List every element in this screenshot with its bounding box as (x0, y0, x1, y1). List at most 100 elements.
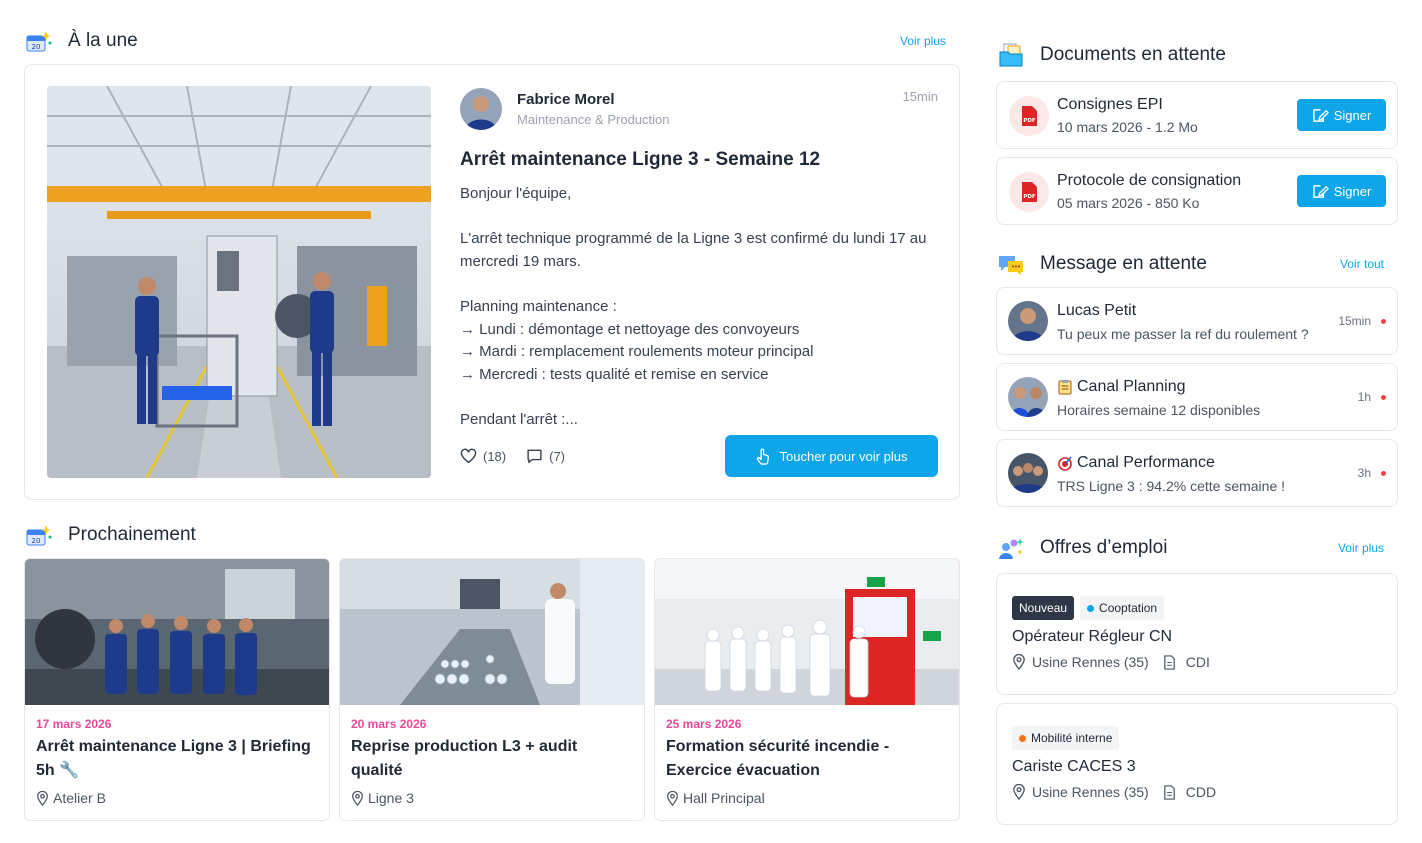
job-location: Usine Rennes (35) (1032, 654, 1149, 670)
document-item[interactable]: PDF Protocole de consignation 05 mars 20… (996, 157, 1398, 225)
event-location-label: Hall Principal (683, 790, 765, 806)
channel-name: Canal Performance (1057, 454, 1215, 472)
sign-pen-icon (1312, 108, 1329, 122)
event-photo (25, 559, 329, 705)
message-item[interactable]: Canal Performance TRS Ligne 3 : 94.2% ce… (996, 439, 1398, 507)
jobs-title: Offres d’emploi (1040, 537, 1168, 558)
event-card[interactable]: 20 mars 2026 Reprise production L3 + aud… (339, 558, 645, 821)
author-row: Fabrice Morel Maintenance & Production 1… (460, 87, 938, 131)
event-date: 20 mars 2026 (351, 717, 427, 731)
location-pin-icon (37, 790, 48, 806)
event-card[interactable]: 17 mars 2026 Arrêt maintenance Ligne 3 |… (24, 558, 330, 821)
event-location-label: Ligne 3 (368, 790, 414, 806)
comment-icon (527, 449, 542, 464)
event-photo (340, 559, 644, 705)
job-offer-card[interactable]: Mobilité interne Cariste CACES 3 Usine R… (996, 703, 1398, 825)
featured-content: Fabrice Morel Maintenance & Production 1… (460, 87, 938, 432)
event-date: 25 mars 2026 (666, 717, 742, 731)
post-title: Arrêt maintenance Ligne 3 - Semaine 12 (460, 149, 821, 170)
featured-see-more-link[interactable]: Voir plus (900, 34, 946, 48)
like-count: (18) (483, 448, 507, 464)
message-preview: TRS Ligne 3 : 94.2% cette semaine ! (1057, 478, 1286, 494)
tag-label: Cooptation (1099, 601, 1158, 615)
channel-name: Canal Planning (1057, 378, 1186, 396)
messages-header: Message en attente Voir tout (996, 247, 1398, 281)
contract-document-icon (1163, 784, 1175, 800)
pdf-icon: PDF (1009, 96, 1049, 136)
calendar-sparkle-icon: 20 (24, 28, 54, 54)
event-body: 25 mars 2026 Formation sécurité incendie… (655, 705, 959, 783)
svg-text:PDF: PDF (1023, 118, 1036, 124)
post-body: Bonjour l'équipe, L'arrêt technique prog… (460, 185, 927, 428)
author-avatar[interactable] (460, 88, 502, 130)
event-location: Ligne 3 (351, 790, 414, 806)
job-tags: Mobilité interne (1012, 726, 1120, 750)
tag-label: Mobilité interne (1031, 731, 1113, 745)
job-contract: CDD (1185, 784, 1217, 800)
event-card[interactable]: 25 mars 2026 Formation sécurité incendie… (654, 558, 960, 821)
svg-text:20: 20 (32, 537, 41, 545)
job-title: Opérateur Régleur CN (1012, 628, 1173, 645)
document-meta: 10 mars 2026 - 1.2 Mo (1057, 119, 1198, 135)
sign-button[interactable]: Signer (1297, 99, 1386, 131)
author-meta: Fabrice Morel Maintenance & Production (517, 91, 669, 127)
upcoming-title: Prochainement (68, 524, 196, 545)
event-location: Hall Principal (666, 790, 765, 806)
featured-title: À la une (68, 30, 138, 51)
message-preview: Tu peux me passer la ref du roulement ? (1057, 326, 1309, 342)
jobs-see-more-link[interactable]: Voir plus (1338, 541, 1384, 555)
unread-indicator (1381, 395, 1386, 400)
event-location: Atelier B (36, 790, 106, 806)
job-offer-card[interactable]: Nouveau Cooptation Opérateur Régleur CN … (996, 573, 1398, 695)
heart-icon (460, 448, 477, 464)
side-column: Documents en attente PDF Consignes EPI 1… (996, 38, 1398, 825)
comment-count: (7) (549, 448, 566, 464)
messages-title: Message en attente (1040, 253, 1207, 274)
unread-indicator (1381, 471, 1386, 476)
message-item[interactable]: Canal Planning Horaires semaine 12 dispo… (996, 363, 1398, 431)
upcoming-events: 17 mars 2026 Arrêt maintenance Ligne 3 |… (24, 558, 960, 821)
location-pin-icon (1013, 654, 1025, 670)
see-more-button[interactable]: Toucher pour voir plus (725, 435, 938, 477)
channel-name-label: Canal Planning (1077, 378, 1186, 395)
channel-avatar (1008, 453, 1048, 493)
status-dot (1087, 604, 1095, 612)
featured-header: 20 À la une Voir plus (24, 24, 960, 58)
jobs-header: Offres d’emploi Voir plus (996, 531, 1398, 565)
event-title: Reprise production L3 + audit qualité (351, 738, 578, 779)
main-column: 20 À la une Voir plus Fabrice Morel Main… (24, 24, 960, 821)
featured-post-card[interactable]: Fabrice Morel Maintenance & Production 1… (24, 64, 960, 500)
factory-photo (47, 86, 431, 478)
folder-documents-icon (996, 42, 1026, 68)
message-item[interactable]: Lucas Petit Tu peux me passer la ref du … (996, 287, 1398, 355)
event-title: Formation sécurité incendie - Exercice é… (666, 738, 890, 779)
contact-avatar (1008, 301, 1048, 341)
document-item[interactable]: PDF Consignes EPI 10 mars 2026 - 1.2 Mo … (996, 81, 1398, 149)
people-sparkle-icon (996, 535, 1026, 561)
messages-see-all-link[interactable]: Voir tout (1340, 257, 1384, 271)
author-name[interactable]: Fabrice Morel (517, 91, 669, 108)
document-name: Protocole de consignation (1057, 172, 1242, 189)
event-date: 17 mars 2026 (36, 717, 112, 731)
upcoming-header: 20 Prochainement (24, 518, 960, 552)
calendar-sparkle-icon: 20 (24, 522, 54, 548)
svg-text:20: 20 (32, 43, 41, 51)
event-location-label: Atelier B (53, 790, 106, 806)
new-badge: Nouveau (1012, 596, 1075, 620)
like-button[interactable]: (18) (460, 448, 506, 464)
cooptation-badge: Cooptation (1080, 596, 1165, 620)
unread-indicator (1381, 319, 1386, 324)
tap-hand-icon (756, 448, 769, 465)
document-name: Consignes EPI (1057, 96, 1163, 113)
post-actions: (18) (7) Toucher pour voir plus (460, 435, 938, 477)
sign-button[interactable]: Signer (1297, 175, 1386, 207)
event-photo (655, 559, 959, 705)
message-time: 1h (1357, 390, 1371, 404)
clipboard-icon (1058, 380, 1072, 395)
job-meta: Usine Rennes (35) CDI (1012, 654, 1210, 670)
comment-button[interactable]: (7) (526, 448, 565, 464)
status-dot (1019, 734, 1026, 742)
sign-pen-icon (1312, 184, 1329, 198)
message-time: 15min (1338, 314, 1371, 328)
location-pin-icon (352, 790, 363, 806)
